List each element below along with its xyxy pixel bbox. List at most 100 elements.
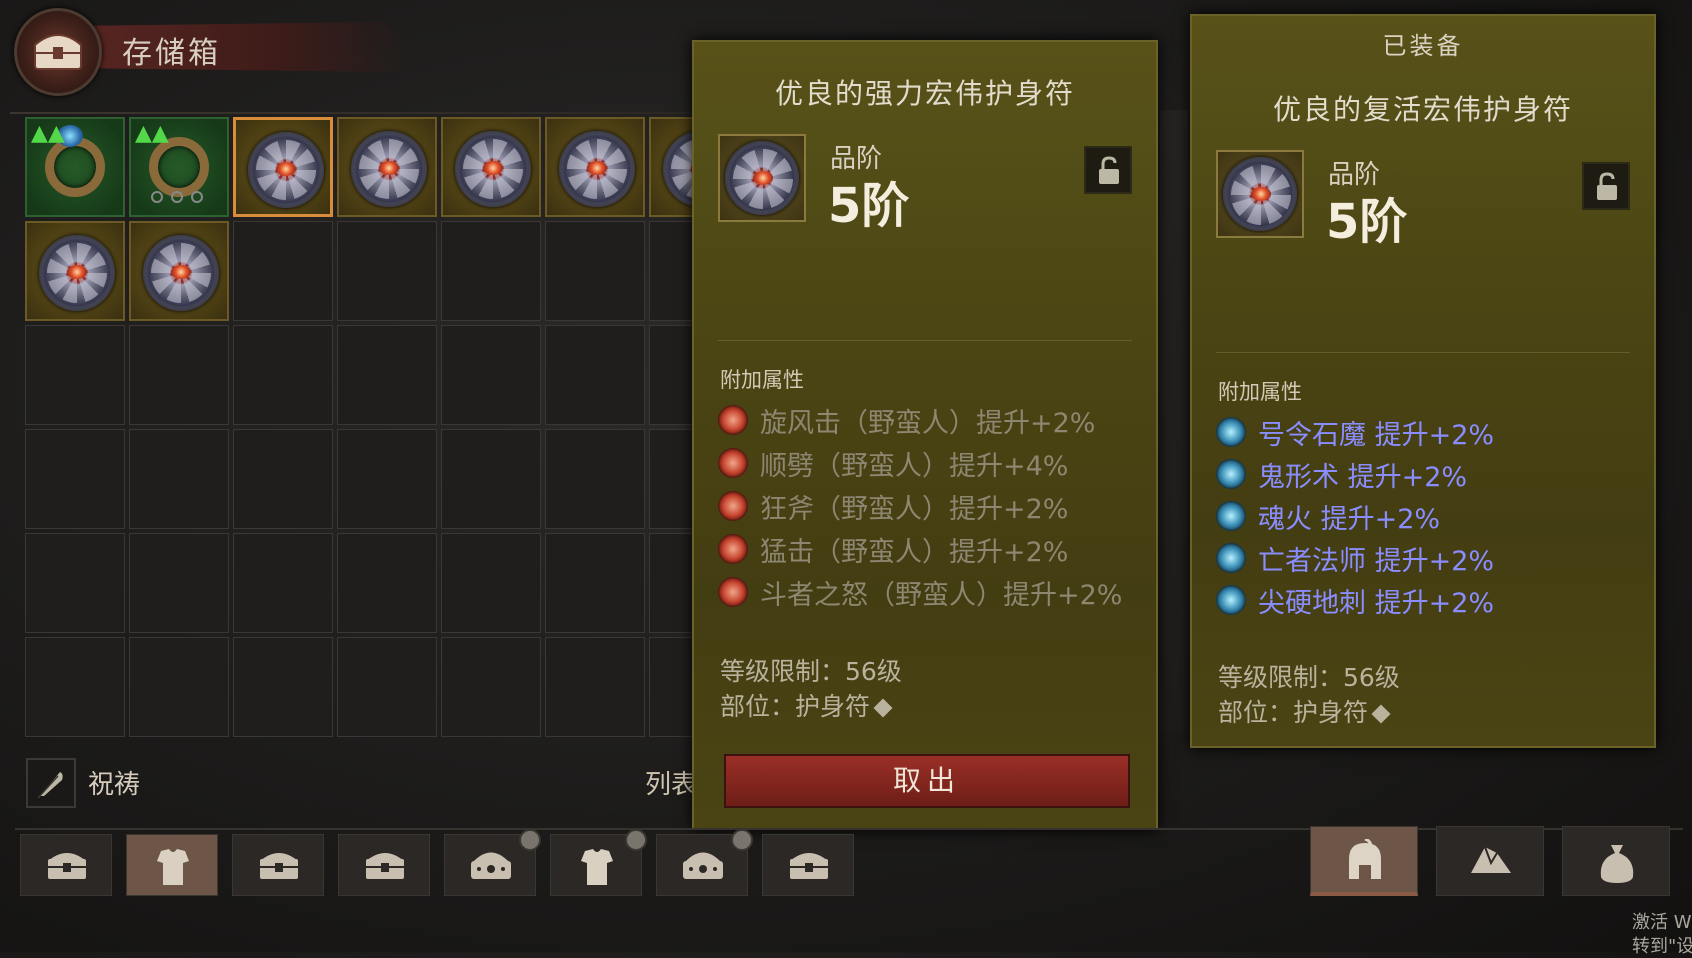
stash-slot[interactable] <box>545 533 645 633</box>
stash-slot[interactable]: ▲▲ <box>129 117 229 217</box>
stash-slot[interactable] <box>233 117 333 217</box>
stash-slot[interactable] <box>129 325 229 425</box>
stash-slot[interactable] <box>129 221 229 321</box>
stash-tab[interactable] <box>338 834 430 896</box>
lock-open-icon <box>1597 172 1617 200</box>
stash-slot[interactable] <box>545 325 645 425</box>
attribute-row: 旋风击（野蛮人）提升+2% <box>718 402 1095 439</box>
chest-icon <box>14 8 102 96</box>
divider <box>1216 352 1630 353</box>
stash-slot[interactable] <box>25 429 125 529</box>
stash-slot[interactable] <box>25 221 125 321</box>
stash-slot[interactable] <box>441 637 541 737</box>
stash-slot[interactable] <box>233 221 333 321</box>
stash-slot[interactable] <box>337 637 437 737</box>
header-banner <box>70 22 410 72</box>
attribute-row: 鬼形术 提升+2% <box>1216 456 1467 493</box>
amulet-icon <box>351 131 427 207</box>
skill-icon <box>718 534 748 564</box>
lock-open-icon <box>1099 156 1119 184</box>
inventory-tab[interactable] <box>1310 826 1418 896</box>
stash-slot[interactable] <box>545 637 645 737</box>
skill-icon <box>718 448 748 478</box>
stash-slot[interactable] <box>233 533 333 633</box>
timer-icon <box>625 829 647 851</box>
timer-icon <box>731 829 753 851</box>
stash-slot[interactable] <box>25 637 125 737</box>
take-out-button[interactable]: 取出 <box>724 754 1130 808</box>
inventory-tab[interactable] <box>1436 826 1544 896</box>
inventory-tab[interactable] <box>1562 826 1670 896</box>
pray-button[interactable] <box>26 758 76 808</box>
attr-heading: 附加属性 <box>1218 380 1302 404</box>
equipped-label: 已装备 <box>1382 32 1464 60</box>
stash-slot[interactable] <box>337 325 437 425</box>
stash-slot[interactable]: ▲▲ <box>25 117 125 217</box>
skill-icon <box>718 577 748 607</box>
page-title: 存储箱 <box>122 36 221 71</box>
stash-slot[interactable] <box>545 117 645 217</box>
amulet-icon <box>455 131 531 207</box>
skill-icon <box>1216 543 1246 573</box>
grade-value: 5阶 <box>1326 194 1408 250</box>
tooltip-selected-item: 优良的强力宏伟护身符 品阶 5阶 附加属性 旋风击（野蛮人）提升+2% 顺劈（野… <box>692 40 1158 830</box>
skill-icon <box>1216 417 1246 447</box>
timer-icon <box>519 829 541 851</box>
stash-slot[interactable] <box>129 533 229 633</box>
amulet-icon <box>559 131 635 207</box>
item-thumbnail <box>718 134 806 222</box>
stash-slot[interactable] <box>233 429 333 529</box>
stash-slot[interactable] <box>441 533 541 633</box>
item-title: 优良的强力宏伟护身符 <box>774 77 1075 110</box>
divider <box>718 340 1132 341</box>
slot-info: 部位：护身符 <box>720 687 893 723</box>
pray-label[interactable]: 祝祷 <box>88 764 140 801</box>
stash-slot[interactable] <box>233 325 333 425</box>
stash-tab[interactable] <box>20 834 112 896</box>
stash-slot[interactable] <box>441 325 541 425</box>
level-requirement: 等级限制：56级 <box>720 657 902 686</box>
stash-slot[interactable] <box>441 429 541 529</box>
stash-slot[interactable] <box>545 221 645 321</box>
stash-tab[interactable] <box>232 834 324 896</box>
tooltip-equipped-item: 已装备 优良的复活宏伟护身符 品阶 5阶 附加属性 号令石魔 提升+2% 鬼形术… <box>1190 14 1656 748</box>
list-label[interactable]: 列表 <box>645 764 697 801</box>
stash-tab[interactable] <box>444 829 541 896</box>
stash-slot[interactable] <box>337 117 437 217</box>
attribute-row: 狂斧（野蛮人）提升+2% <box>718 488 1068 525</box>
stash-tab[interactable] <box>762 834 854 896</box>
stash-slot[interactable] <box>129 429 229 529</box>
lock-button[interactable] <box>1084 146 1132 194</box>
stash-slot[interactable] <box>441 221 541 321</box>
skill-icon <box>1216 501 1246 531</box>
item-thumbnail <box>1216 150 1304 238</box>
skill-icon <box>1216 585 1246 615</box>
attribute-row: 尖硬地刺 提升+2% <box>1216 582 1494 619</box>
stash-slot[interactable] <box>25 325 125 425</box>
stash-slot[interactable] <box>129 637 229 737</box>
skill-icon <box>1216 459 1246 489</box>
stash-tab[interactable] <box>126 834 218 896</box>
stash-slot[interactable] <box>337 429 437 529</box>
ring-icon <box>149 137 209 197</box>
stash-header: 存储箱 <box>10 8 410 96</box>
stash-slot[interactable] <box>25 533 125 633</box>
attribute-row: 顺劈（野蛮人）提升+4% <box>718 445 1068 482</box>
stash-slot[interactable] <box>337 533 437 633</box>
amulet-icon <box>1223 157 1297 231</box>
header-divider <box>10 112 690 114</box>
stash-slot[interactable] <box>233 637 333 737</box>
socket-icon <box>151 191 163 203</box>
lock-button[interactable] <box>1582 162 1630 210</box>
stash-slot[interactable] <box>441 117 541 217</box>
attribute-row: 号令石魔 提升+2% <box>1216 414 1494 451</box>
socket-icon <box>171 191 183 203</box>
level-requirement: 等级限制：56级 <box>1218 663 1400 692</box>
stash-tab[interactable] <box>656 829 753 896</box>
stash-slot[interactable] <box>337 221 437 321</box>
stash-tab-bar <box>15 826 1683 900</box>
attribute-row: 猛击（野蛮人）提升+2% <box>718 531 1068 568</box>
upgrade-arrow-icon: ▲▲ <box>135 121 169 146</box>
stash-slot[interactable] <box>545 429 645 529</box>
stash-tab[interactable] <box>550 829 647 896</box>
